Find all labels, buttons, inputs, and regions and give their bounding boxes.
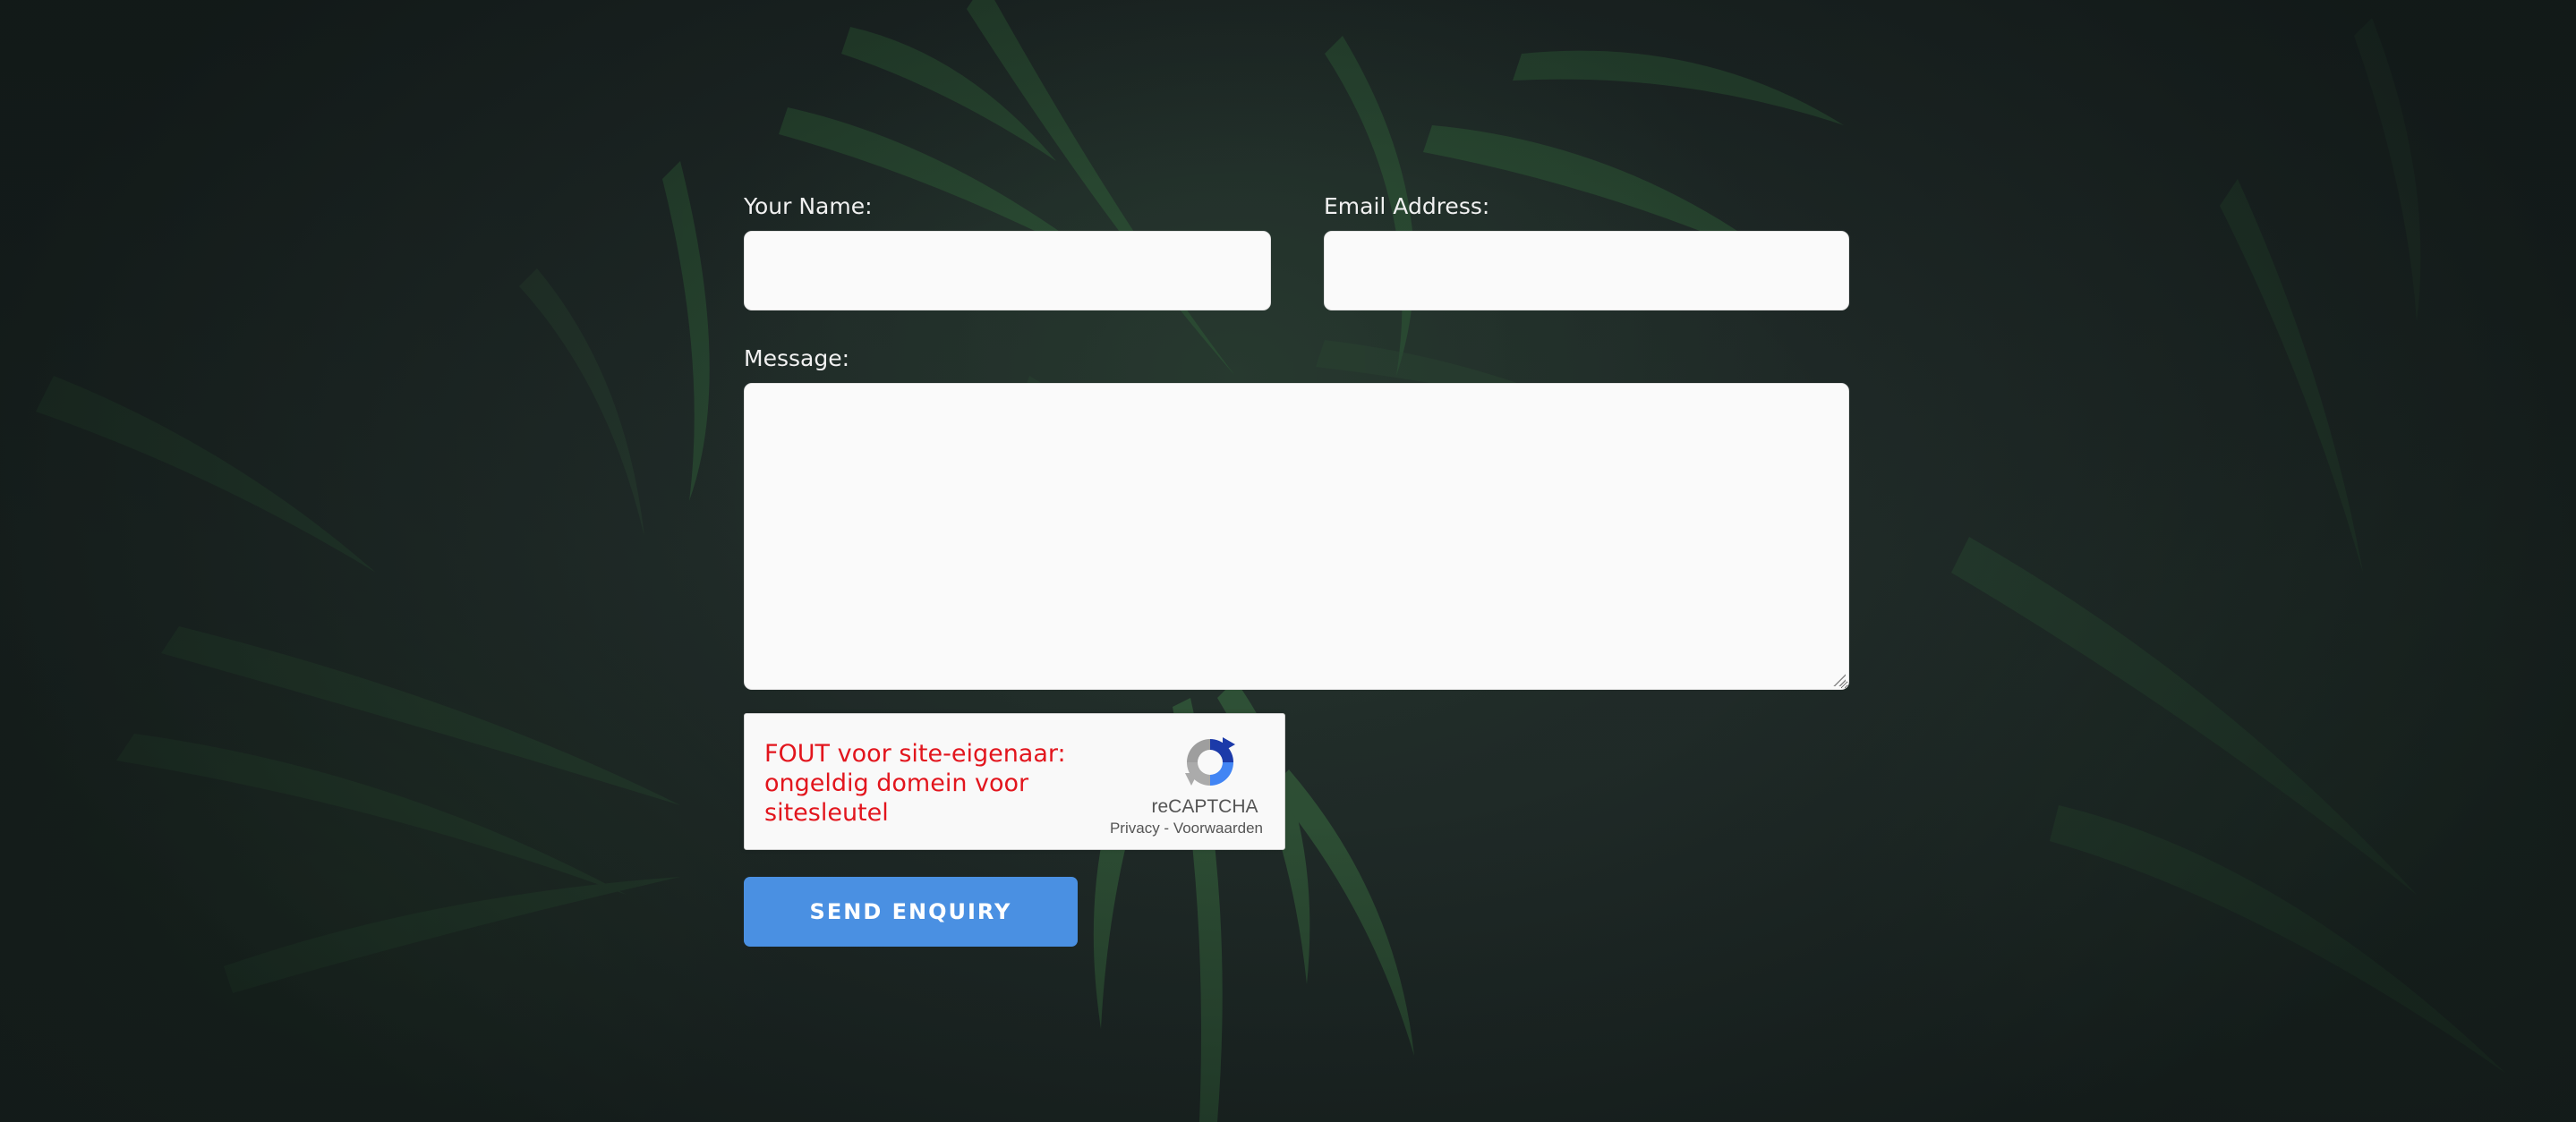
recaptcha-privacy-link[interactable]: Privacy <box>1110 820 1160 837</box>
send-enquiry-button[interactable]: SEND ENQUIRY <box>744 877 1078 947</box>
message-label: Message: <box>744 345 849 371</box>
name-input[interactable] <box>744 231 1271 310</box>
recaptcha-widget: FOUT voor site-eigenaar: ongeldig domein… <box>744 713 1285 850</box>
recaptcha-links: Privacy - Voorwaarden <box>1110 820 1263 837</box>
resize-handle-icon[interactable] <box>1833 674 1846 686</box>
recaptcha-brand-label: reCAPTCHA <box>1151 796 1258 817</box>
recaptcha-logo-icon <box>1185 737 1235 786</box>
email-input[interactable] <box>1324 231 1849 310</box>
recaptcha-terms-link[interactable]: Voorwaarden <box>1173 820 1263 837</box>
name-label: Your Name: <box>744 193 873 219</box>
recaptcha-link-separator: - <box>1159 820 1173 837</box>
recaptcha-error-message: FOUT voor site-eigenaar: ongeldig domein… <box>764 740 1066 827</box>
message-textarea[interactable] <box>744 383 1849 690</box>
message-field-wrapper <box>744 383 1849 690</box>
email-label: Email Address: <box>1324 193 1490 219</box>
